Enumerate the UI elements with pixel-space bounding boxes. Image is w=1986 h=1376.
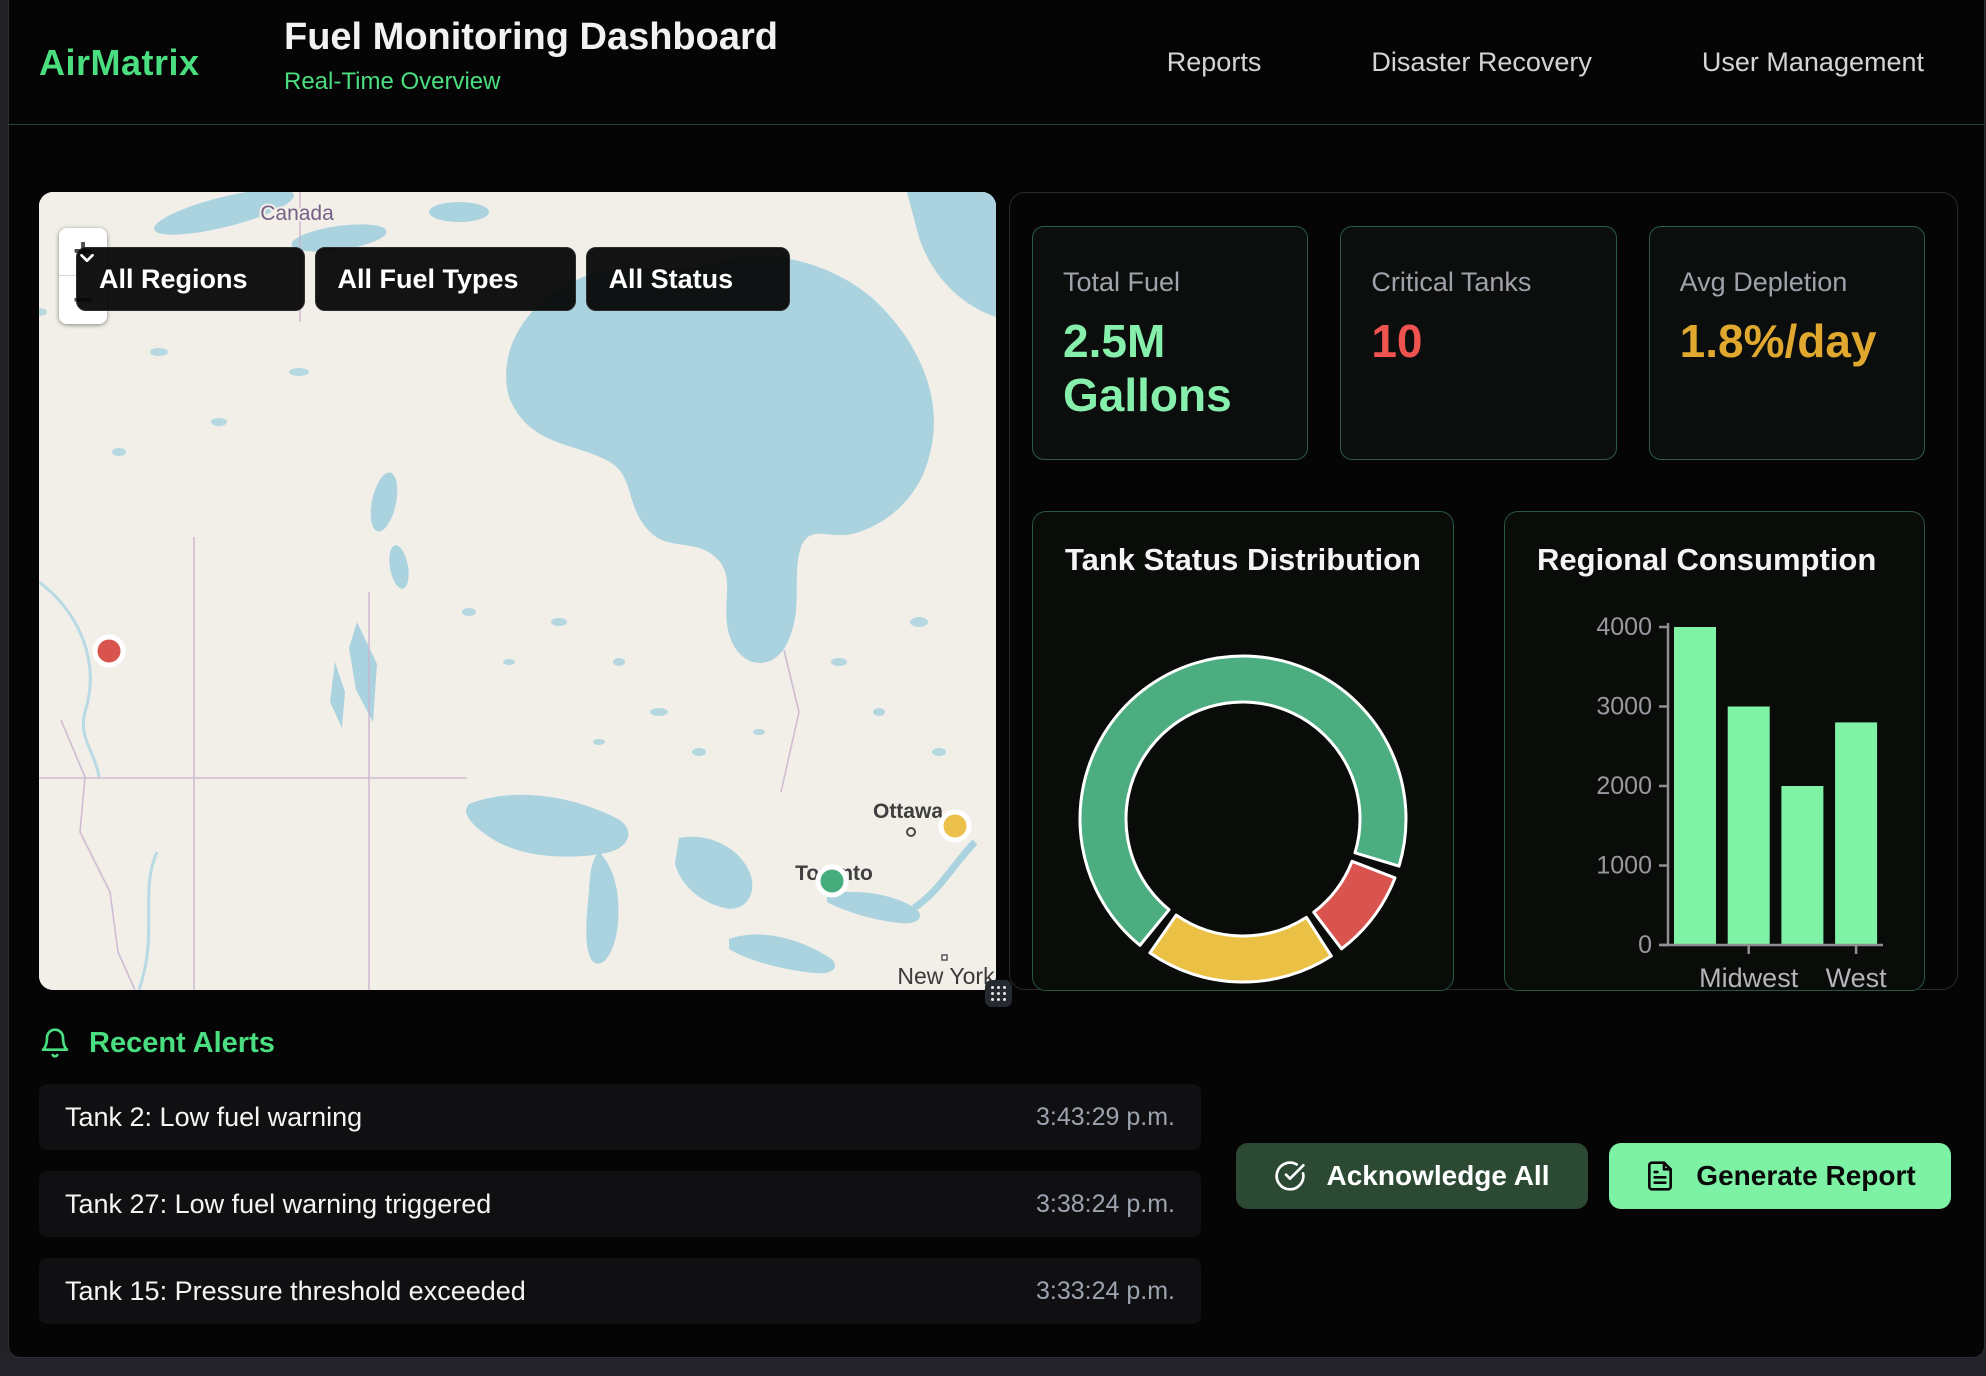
- dashboard-right-panel: Total Fuel 2.5M Gallons Critical Tanks 1…: [1009, 192, 1958, 990]
- nav-reports[interactable]: Reports: [1167, 47, 1262, 78]
- alert-list-item[interactable]: Tank 2: Low fuel warning 3:43:29 p.m.: [39, 1084, 1201, 1150]
- y-axis-tick-label: 2000: [1596, 772, 1652, 800]
- tank-status-distribution-card: Tank Status Distribution: [1032, 511, 1454, 991]
- alert-timestamp: 3:43:29 p.m.: [1036, 1103, 1175, 1132]
- generate-report-button[interactable]: Generate Report: [1609, 1143, 1951, 1209]
- alert-text: Tank 2: Low fuel warning: [65, 1102, 362, 1133]
- chart-title: Tank Status Distribution: [1065, 542, 1421, 578]
- stat-value: 2.5M Gallons: [1063, 314, 1277, 423]
- y-axis-tick-label: 1000: [1596, 852, 1652, 880]
- acknowledge-all-label: Acknowledge All: [1326, 1160, 1549, 1192]
- newyork-town-icon: [942, 955, 947, 960]
- title-block: Fuel Monitoring Dashboard Real-Time Over…: [284, 16, 778, 96]
- alerts-header: Recent Alerts: [39, 1022, 275, 1064]
- acknowledge-all-button[interactable]: Acknowledge All: [1236, 1143, 1588, 1209]
- alert-list-item[interactable]: Tank 15: Pressure threshold exceeded 3:3…: [39, 1258, 1201, 1324]
- header: AirMatrix Fuel Monitoring Dashboard Real…: [9, 0, 1984, 125]
- map-label-new-york: New York: [897, 963, 995, 989]
- bar-region-2: [1781, 786, 1823, 945]
- status-filter-label: All Status: [609, 264, 734, 295]
- page-title: Fuel Monitoring Dashboard: [284, 16, 778, 60]
- alert-list-item[interactable]: Tank 27: Low fuel warning triggered 3:38…: [39, 1171, 1201, 1237]
- app-logo: AirMatrix: [39, 0, 200, 125]
- tank-marker-normal[interactable]: [818, 867, 846, 895]
- map-drag-handle-icon[interactable]: [985, 980, 1012, 1007]
- fuel-type-filter-dropdown[interactable]: All Fuel Types: [315, 247, 576, 311]
- x-axis-tick-label: Midwest: [1699, 963, 1799, 990]
- alert-text: Tank 15: Pressure threshold exceeded: [65, 1276, 526, 1307]
- alerts-title: Recent Alerts: [89, 1027, 275, 1060]
- page-bottom-strip: [0, 1358, 1986, 1376]
- alert-timestamp: 3:33:24 p.m.: [1036, 1277, 1175, 1306]
- chart-title: Regional Consumption: [1537, 542, 1876, 578]
- main-nav: Reports Disaster Recovery User Managemen…: [1167, 0, 1924, 125]
- app-panel: AirMatrix Fuel Monitoring Dashboard Real…: [8, 0, 1985, 1358]
- bar-region-0: [1674, 627, 1716, 945]
- map-canvas: Canada Ottawa Toronto New York: [39, 192, 996, 990]
- regional-consumption-bar-chart: 0 1000 2000 3000 4000 Midwest West: [1505, 512, 1924, 990]
- map-label-ottawa: Ottawa: [873, 800, 943, 823]
- generate-report-label: Generate Report: [1696, 1160, 1915, 1192]
- y-axis-tick-label: 0: [1638, 931, 1652, 959]
- nav-disaster-recovery[interactable]: Disaster Recovery: [1371, 47, 1592, 78]
- bar-region-3: [1835, 722, 1877, 945]
- bell-icon: [39, 1027, 71, 1059]
- tank-marker-critical[interactable]: [95, 637, 123, 665]
- status-filter-dropdown[interactable]: All Status: [586, 247, 791, 311]
- page-subtitle: Real-Time Overview: [284, 68, 778, 96]
- tank-map[interactable]: Canada Ottawa Toronto New York + − All R…: [39, 192, 996, 990]
- file-text-icon: [1644, 1160, 1676, 1192]
- alert-timestamp: 3:38:24 p.m.: [1036, 1190, 1175, 1219]
- map-label-canada: Canada: [260, 202, 334, 225]
- stat-label: Critical Tanks: [1371, 267, 1585, 298]
- y-axis-tick-label: 3000: [1596, 693, 1652, 721]
- regional-consumption-card: Regional Consumption 0 1000 2000 3000 4000 Mi…: [1504, 511, 1925, 991]
- donut-segment-yellow: [1150, 915, 1331, 982]
- stat-label: Total Fuel: [1063, 267, 1277, 298]
- bar-region-1: [1728, 707, 1770, 946]
- nav-user-management[interactable]: User Management: [1702, 47, 1924, 78]
- tank-status-donut-chart: [1033, 512, 1453, 990]
- region-filter-dropdown[interactable]: All Regions: [76, 247, 305, 311]
- stat-card-avg-depletion: Avg Depletion 1.8%/day: [1649, 226, 1925, 460]
- x-axis-tick-label: West: [1826, 963, 1888, 990]
- stat-label: Avg Depletion: [1680, 267, 1894, 298]
- donut-segment-red: [1314, 861, 1395, 949]
- region-filter-label: All Regions: [99, 264, 248, 295]
- check-circle-icon: [1274, 1160, 1306, 1192]
- map-filters: All Regions All Fuel Types All Status: [76, 247, 790, 311]
- tank-marker-warning[interactable]: [941, 812, 969, 840]
- stat-card-total-fuel: Total Fuel 2.5M Gallons: [1032, 226, 1308, 460]
- alert-text: Tank 27: Low fuel warning triggered: [65, 1189, 491, 1220]
- stat-value: 1.8%/day: [1680, 314, 1894, 368]
- stats-row: Total Fuel 2.5M Gallons Critical Tanks 1…: [1032, 226, 1925, 460]
- y-axis-tick-label: 4000: [1596, 613, 1652, 641]
- stat-value: 10: [1371, 314, 1585, 368]
- fuel-type-filter-label: All Fuel Types: [338, 264, 519, 295]
- stat-card-critical-tanks: Critical Tanks 10: [1340, 226, 1616, 460]
